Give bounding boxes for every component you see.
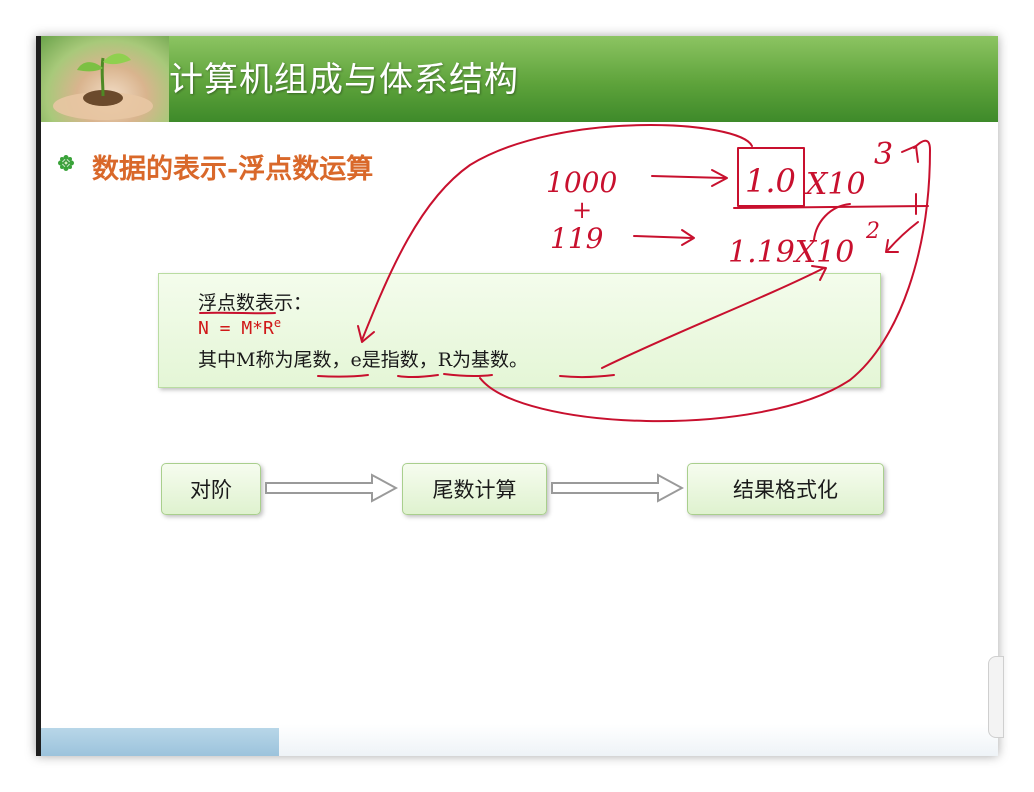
float-representation-box: 浮点数表示： N = M*Re 其中M称为尾数，e是指数，R为基数。	[158, 273, 881, 388]
section-title: 数据的表示-浮点数运算	[92, 154, 374, 185]
window-edge	[36, 36, 41, 756]
float-formula: N = M*Re	[198, 316, 281, 339]
float-representation-label: 浮点数表示：	[198, 292, 313, 314]
formula-explanation: 其中M称为尾数，e是指数，R为基数。	[198, 349, 529, 371]
flow-arrow-icon	[265, 473, 398, 503]
formula-base: N = M*R	[198, 318, 274, 339]
sprout-in-hands-image	[41, 36, 169, 122]
side-scroll-tab[interactable]	[988, 656, 1004, 738]
flower-bullet-icon	[58, 155, 74, 171]
header-banner: 计算机组成与体系结构	[41, 36, 998, 122]
bottom-left-band	[41, 728, 279, 756]
step-align-exponent: 对阶	[161, 463, 261, 515]
course-title: 计算机组成与体系结构	[169, 60, 519, 100]
formula-exponent: e	[273, 316, 282, 330]
step-mantissa-calc: 尾数计算	[402, 463, 547, 515]
slide-window: 计算机组成与体系结构 数据的表示-浮点数运算 浮点数表示： N = M*Re 其…	[36, 36, 998, 756]
step-normalize-result: 结果格式化	[687, 463, 884, 515]
bottom-strip	[41, 724, 998, 756]
flow-arrow-icon	[551, 473, 684, 503]
